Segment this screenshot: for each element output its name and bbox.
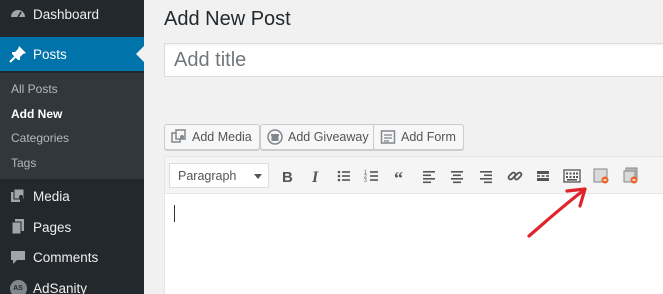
dashboard-icon — [9, 5, 27, 23]
adsanity-icon: AS — [9, 279, 27, 294]
numbered-list-icon[interactable]: 123 — [361, 165, 383, 187]
sidebar-item-label: Comments — [33, 249, 99, 265]
format-select-value: Paragraph — [178, 168, 237, 183]
submenu-item-all-posts[interactable]: All Posts — [11, 82, 58, 96]
sidebar-item-adsanity[interactable]: AS AdSanity — [0, 271, 144, 294]
sidebar-item-label: Pages — [33, 219, 72, 235]
sidebar-item-pages[interactable]: Pages — [0, 210, 144, 244]
comments-icon — [9, 248, 27, 266]
current-menu-arrow — [136, 46, 144, 62]
sidebar-item-label: Media — [33, 188, 70, 204]
add-media-button[interactable]: Add Media — [164, 124, 260, 150]
post-title-field[interactable] — [164, 43, 663, 77]
giveaway-icon — [267, 129, 283, 145]
sidebar-item-label: Dashboard — [33, 6, 100, 22]
bulleted-list-icon[interactable] — [333, 165, 355, 187]
sidebar-item-label: Posts — [33, 46, 67, 62]
add-form-button[interactable]: Add Form — [373, 124, 464, 150]
align-right-icon[interactable] — [475, 165, 497, 187]
align-left-icon[interactable] — [418, 165, 440, 187]
add-form-label: Add Form — [401, 130, 456, 144]
align-center-icon[interactable] — [446, 165, 468, 187]
admin-sidebar: Dashboard Posts All Posts Add New Catego… — [0, 0, 144, 294]
sidebar-item-media[interactable]: Media — [0, 179, 144, 213]
svg-text:“: “ — [394, 168, 403, 184]
blockquote-icon[interactable]: “ — [390, 165, 412, 187]
posts-submenu: All Posts Add New Categories Tags — [0, 73, 144, 179]
annotation-arrow-icon — [527, 187, 587, 238]
svg-text:3: 3 — [364, 178, 367, 184]
submenu-item-add-new[interactable]: Add New — [11, 107, 62, 121]
media-icon — [171, 129, 187, 145]
format-select[interactable]: Paragraph — [169, 163, 269, 188]
sidebar-item-comments[interactable]: Comments — [0, 240, 144, 274]
sidebar-item-posts[interactable]: Posts — [0, 37, 144, 71]
sidebar-item-dashboard[interactable]: Dashboard — [0, 0, 144, 31]
pages-icon — [9, 218, 27, 236]
post-title-input[interactable] — [165, 44, 663, 76]
italic-icon[interactable]: I — [304, 165, 326, 187]
pushpin-icon — [9, 45, 27, 63]
submenu-item-tags[interactable]: Tags — [11, 156, 36, 170]
form-icon — [380, 129, 396, 145]
insert-giveaway-icon[interactable] — [620, 165, 642, 187]
bold-icon[interactable]: B — [276, 165, 298, 187]
sidebar-item-label: AdSanity — [33, 280, 88, 294]
svg-text:I: I — [311, 169, 319, 184]
svg-text:B: B — [282, 169, 293, 184]
adsanity-badge: AS — [9, 279, 27, 294]
text-cursor — [174, 205, 175, 222]
media-icon — [9, 187, 27, 205]
add-giveaway-label: Add Giveaway — [288, 130, 369, 144]
chevron-down-icon — [254, 174, 262, 179]
add-giveaway-button[interactable]: Add Giveaway — [260, 124, 377, 150]
page-title: Add New Post — [164, 8, 291, 30]
add-media-label: Add Media — [192, 130, 252, 144]
submenu-item-categories[interactable]: Categories — [11, 131, 69, 145]
